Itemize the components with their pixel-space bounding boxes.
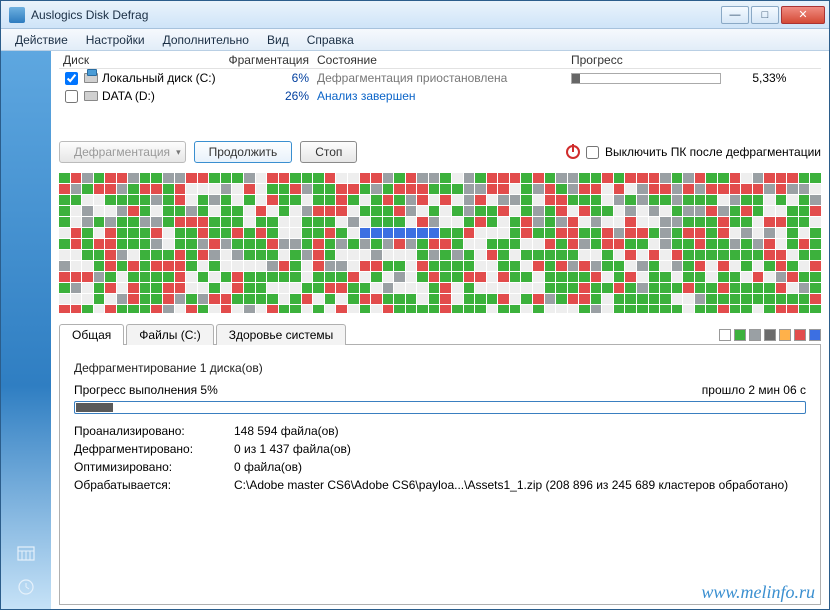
drive-icon xyxy=(84,91,98,101)
frag-value: 6% xyxy=(227,71,317,85)
overall-progress xyxy=(74,401,806,414)
schedule-icon[interactable] xyxy=(16,543,36,563)
window-title: Auslogics Disk Defrag xyxy=(31,8,721,22)
disk-checkbox[interactable] xyxy=(65,72,78,85)
col-state[interactable]: Состояние xyxy=(317,53,567,67)
col-frag[interactable]: Фрагментация xyxy=(227,53,317,67)
disk-row[interactable]: DATA (D:) 26%Анализ завершен xyxy=(59,87,821,105)
tabs-row: Общая Файлы (C:) Здоровье системы xyxy=(59,323,821,345)
legend-swatch xyxy=(809,329,821,341)
row-progress: 5,33% xyxy=(567,71,821,85)
elapsed-label: прошло 2 мин 06 с xyxy=(702,383,806,397)
col-prog[interactable]: Прогресс xyxy=(567,53,821,67)
frag-value: 26% xyxy=(227,89,317,103)
menubar: Действие Настройки Дополнительно Вид Спр… xyxy=(1,29,829,51)
col-disk[interactable]: Диск xyxy=(59,53,227,67)
progress-label: Прогресс выполнения 5% xyxy=(74,383,218,397)
state-value: Анализ завершен xyxy=(317,89,567,103)
disk-name: DATA (D:) xyxy=(102,89,155,103)
titlebar[interactable]: Auslogics Disk Defrag — □ ✕ xyxy=(1,1,829,29)
legend-swatch xyxy=(734,329,746,341)
app-window: Auslogics Disk Defrag — □ ✕ Действие Нас… xyxy=(0,0,830,610)
controls-row: Дефрагментация Продолжить Стоп Выключить… xyxy=(59,141,821,163)
clock-icon[interactable] xyxy=(16,577,36,597)
main-panel: Диск Фрагментация Состояние Прогресс Лок… xyxy=(51,51,829,609)
info-panel: Дефрагментирование 1 диска(ов) Прогресс … xyxy=(59,345,821,605)
app-icon xyxy=(9,7,25,23)
menu-view[interactable]: Вид xyxy=(259,31,297,49)
stop-button[interactable]: Стоп xyxy=(300,141,357,163)
disk-row[interactable]: Локальный диск (C:) 6%Дефрагментация прио… xyxy=(59,69,821,87)
legend-swatch xyxy=(719,329,731,341)
close-button[interactable]: ✕ xyxy=(781,6,825,24)
resume-button[interactable]: Продолжить xyxy=(194,141,293,163)
disk-name: Локальный диск (C:) xyxy=(102,71,216,85)
menu-settings[interactable]: Настройки xyxy=(78,31,153,49)
analyzed-value: 148 594 файла(ов) xyxy=(234,424,806,438)
sidebar xyxy=(1,51,51,609)
tab-files[interactable]: Файлы (C:) xyxy=(126,324,213,345)
legend xyxy=(719,329,821,344)
menu-action[interactable]: Действие xyxy=(7,31,76,49)
maximize-button[interactable]: □ xyxy=(751,6,779,24)
menu-help[interactable]: Справка xyxy=(299,31,362,49)
legend-swatch xyxy=(794,329,806,341)
processing-label: Обрабатывается: xyxy=(74,478,234,492)
disk-checkbox[interactable] xyxy=(65,90,78,103)
optimized-value: 0 файла(ов) xyxy=(234,460,806,474)
state-value: Дефрагментация приостановлена xyxy=(317,71,567,85)
drive-icon xyxy=(84,73,98,83)
info-heading: Дефрагментирование 1 диска(ов) xyxy=(74,361,806,375)
optimized-label: Оптимизировано: xyxy=(74,460,234,474)
analyzed-label: Проанализировано: xyxy=(74,424,234,438)
defrag-button[interactable]: Дефрагментация xyxy=(59,141,186,163)
minimize-button[interactable]: — xyxy=(721,6,749,24)
menu-advanced[interactable]: Дополнительно xyxy=(155,31,257,49)
defragged-label: Дефрагментировано: xyxy=(74,442,234,456)
shutdown-checkbox[interactable] xyxy=(586,146,599,159)
tab-health[interactable]: Здоровье системы xyxy=(216,324,347,345)
processing-value: C:\Adobe master CS6\Adobe CS6\payloa...\… xyxy=(234,478,806,492)
legend-swatch xyxy=(749,329,761,341)
legend-swatch xyxy=(764,329,776,341)
legend-swatch xyxy=(779,329,791,341)
disk-list-header: Диск Фрагментация Состояние Прогресс xyxy=(59,51,821,69)
tab-general[interactable]: Общая xyxy=(59,324,124,345)
shutdown-label: Выключить ПК после дефрагментации xyxy=(605,145,821,159)
defragged-value: 0 из 1 437 файла(ов) xyxy=(234,442,806,456)
power-icon xyxy=(566,145,580,159)
cluster-map xyxy=(59,173,821,313)
